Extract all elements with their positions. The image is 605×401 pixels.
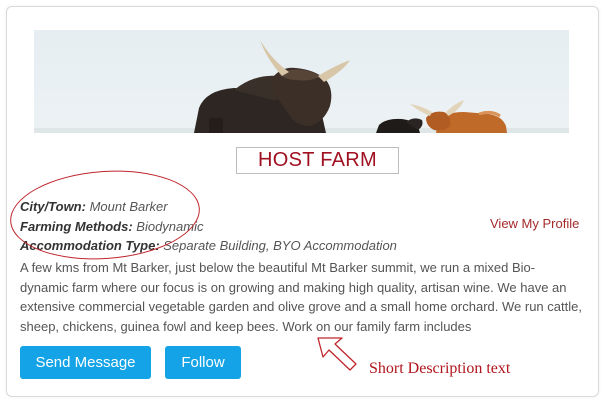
view-profile-link[interactable]: View My Profile <box>490 216 579 231</box>
accommodation-type-label: Accommodation Type: <box>20 238 164 253</box>
send-message-button[interactable]: Send Message <box>20 346 151 379</box>
host-farm-title-box: HOST FARM <box>236 147 399 174</box>
annotation-arrow-icon <box>317 337 357 371</box>
city-town-row: City/Town: Mount Barker <box>20 197 397 217</box>
farming-methods-label: Farming Methods: <box>20 218 137 234</box>
accommodation-type-value: Separate Building, BYO Accommodation <box>163 238 397 253</box>
accommodation-type-row: Accommodation Type: Separate Building, B… <box>20 236 397 256</box>
farming-methods-row: Farming Methods: Biodynamic <box>20 217 397 237</box>
farm-banner-image <box>34 30 569 133</box>
farming-methods-value: Biodynamic <box>136 218 204 234</box>
short-description: A few kms from Mt Barker, just below the… <box>20 260 582 334</box>
highland-cattle-illustration <box>34 40 569 133</box>
follow-button[interactable]: Follow <box>165 346 241 379</box>
city-town-value: Mount Barker <box>89 199 168 214</box>
city-town-label: City/Town: <box>20 199 90 214</box>
farm-details: City/Town: Mount Barker Farming Methods:… <box>20 197 397 256</box>
annotation-label: Short Description text <box>369 360 511 377</box>
page-title: HOST FARM <box>257 149 377 171</box>
